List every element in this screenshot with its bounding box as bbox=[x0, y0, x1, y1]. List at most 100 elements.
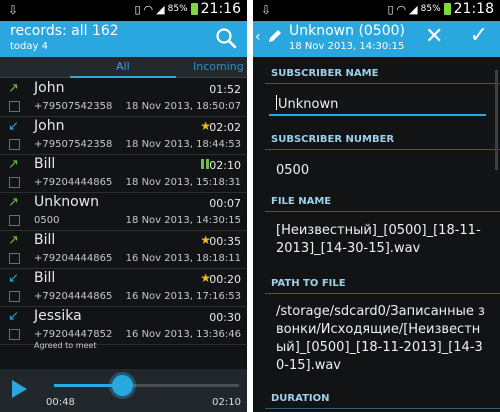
clock: 21:18 bbox=[453, 1, 494, 17]
phone-number: +79204444865 bbox=[34, 177, 113, 188]
record-duration: 00:30 bbox=[209, 311, 241, 324]
vibrate-icon: ▯ bbox=[387, 2, 394, 16]
record-checkbox[interactable] bbox=[9, 253, 20, 264]
record-row[interactable]: ↗ John +79507542358 01:52 18 Nov 2013, 18:50… bbox=[0, 79, 247, 117]
pause-icon[interactable] bbox=[201, 159, 209, 169]
seek-bar-knob[interactable] bbox=[112, 375, 134, 396]
filter-tabs: All Incoming bbox=[0, 57, 247, 78]
record-row[interactable]: ↗ Unknown 0500 00:07 18 Nov 2013, 14:30:15 bbox=[0, 193, 247, 231]
contact-name: Unknown bbox=[34, 194, 99, 210]
contact-name: Bill bbox=[34, 232, 56, 248]
records-list: ↗ John +79507542358 01:52 18 Nov 2013, 18:50… bbox=[0, 79, 247, 369]
vibrate-icon: ▯ bbox=[134, 2, 141, 16]
incoming-call-icon: ↙ bbox=[8, 119, 19, 134]
record-checkbox[interactable] bbox=[9, 329, 20, 340]
star-icon[interactable]: ★ bbox=[200, 233, 211, 247]
record-row[interactable]: ↙ John +79507542358 02:02 18 Nov 2013, 18:44… bbox=[0, 117, 247, 155]
usb-icon: ⇩ bbox=[261, 3, 272, 17]
duration-label: DURATION bbox=[271, 393, 330, 404]
record-duration: 02:02 bbox=[209, 121, 241, 134]
record-row[interactable]: ↗ Bill +79204444865 02:10 18 Nov 2013, 15:18… bbox=[0, 155, 247, 193]
record-row[interactable]: ↗ Bill +79204444865 00:35 16 Nov 2013, 18:18… bbox=[0, 231, 247, 269]
tab-incoming[interactable]: Incoming bbox=[193, 60, 244, 73]
search-icon[interactable] bbox=[215, 27, 237, 49]
name-field-underline bbox=[269, 114, 486, 116]
record-duration: 00:07 bbox=[209, 197, 241, 210]
outgoing-call-icon: ↗ bbox=[8, 233, 19, 248]
wifi-icon: ◠ bbox=[143, 2, 154, 16]
outgoing-call-icon: ↗ bbox=[8, 195, 19, 210]
battery-icon bbox=[443, 3, 451, 15]
back-icon[interactable]: ‹ bbox=[255, 29, 261, 45]
text-cursor bbox=[276, 95, 277, 110]
seek-bar[interactable] bbox=[54, 375, 239, 396]
records-subtitle: today 4 bbox=[10, 41, 48, 52]
battery-percent: 85% bbox=[420, 4, 441, 14]
star-icon[interactable]: ★ bbox=[200, 271, 211, 285]
outgoing-call-icon: ↗ bbox=[8, 157, 19, 172]
signal-icon: ◢ bbox=[409, 2, 418, 16]
record-date: 18 Nov 2013, 14:30:15 bbox=[125, 215, 241, 226]
usb-icon: ⇩ bbox=[8, 3, 19, 17]
record-checkbox[interactable] bbox=[9, 101, 20, 112]
record-row[interactable]: ↙ Bill +79204444865 00:20 16 Nov 2013, 17:16… bbox=[0, 269, 247, 307]
pencil-icon bbox=[269, 30, 281, 42]
record-checkbox[interactable] bbox=[9, 139, 20, 150]
signal-icon: ◢ bbox=[156, 2, 165, 16]
record-checkbox[interactable] bbox=[9, 215, 20, 226]
record-duration: 01:52 bbox=[209, 83, 241, 96]
detail-title: Unknown (0500) bbox=[289, 23, 405, 39]
status-bar: ⇩ ▯ ◠ ◢ 85% 21:18 bbox=[253, 0, 500, 21]
subscriber-name-label: SUBSCRIBER NAME bbox=[271, 68, 379, 79]
audio-player: 00:48 02:10 bbox=[0, 369, 247, 412]
path-to-file-label: PATH TO FILE bbox=[271, 278, 346, 289]
contact-name: Bill bbox=[34, 156, 56, 172]
file-name-value: [Неизвестный]_[0500]_[18-11-2013]_[14-30… bbox=[276, 223, 481, 256]
battery-icon bbox=[190, 3, 198, 15]
tab-indicator bbox=[70, 76, 176, 78]
play-icon[interactable] bbox=[12, 380, 27, 398]
record-duration: 02:10 bbox=[209, 159, 241, 172]
clock: 21:16 bbox=[200, 1, 241, 17]
elapsed-time: 00:48 bbox=[46, 397, 75, 408]
detail-subtitle: 18 Nov 2013, 14:30:15 bbox=[289, 41, 405, 52]
path-to-file-value: /storage/sdcard0/Записанные звонки/Исход… bbox=[276, 304, 485, 373]
battery-percent: 85% bbox=[167, 4, 188, 14]
record-date: 18 Nov 2013, 18:44:53 bbox=[125, 139, 241, 150]
record-checkbox[interactable] bbox=[9, 177, 20, 188]
record-duration: 00:35 bbox=[209, 235, 241, 248]
phone-number: +79204444865 bbox=[34, 253, 113, 264]
subscriber-name-value: Unknown bbox=[278, 97, 339, 112]
contact-name: John bbox=[34, 118, 65, 134]
section-divider bbox=[265, 293, 500, 294]
outgoing-call-icon: ↗ bbox=[8, 81, 19, 96]
file-name-label: FILE NAME bbox=[271, 196, 332, 207]
contact-name: Jessika bbox=[34, 308, 82, 324]
star-icon[interactable]: ★ bbox=[200, 119, 211, 133]
incoming-call-icon: ↙ bbox=[8, 309, 19, 324]
record-note: Agreed to meet bbox=[34, 341, 97, 350]
record-row[interactable]: ↙ Jessika +79204447852 00:30 16 Nov 2013, 13… bbox=[0, 307, 247, 350]
phone-number: +79204447852 bbox=[34, 329, 113, 340]
contact-name: Bill bbox=[34, 270, 56, 286]
records-list-screen: ⇩ ▯ ◠ ◢ 85% 21:16 records: all 162 today… bbox=[0, 0, 247, 412]
subscriber-number-label: SUBSCRIBER NUMBER bbox=[271, 134, 395, 145]
records-title: records: all 162 bbox=[10, 23, 119, 39]
phone-number: +79204444865 bbox=[34, 291, 113, 302]
section-divider bbox=[265, 83, 500, 84]
phone-number: +79507542358 bbox=[34, 101, 113, 112]
scrollbar[interactable] bbox=[495, 70, 498, 170]
record-date: 16 Nov 2013, 13:36:46 bbox=[125, 329, 241, 340]
record-date: 16 Nov 2013, 17:16:53 bbox=[125, 291, 241, 302]
record-checkbox[interactable] bbox=[9, 291, 20, 302]
phone-number: +79507542358 bbox=[34, 139, 113, 150]
record-duration: 00:20 bbox=[209, 273, 241, 286]
record-detail-screen: ⇩ ▯ ◠ ◢ 85% 21:18 ‹ Unknown (0500) 18 No… bbox=[253, 0, 500, 412]
close-icon[interactable]: ✕ bbox=[425, 26, 443, 48]
tab-all[interactable]: All bbox=[116, 60, 130, 73]
record-date: 16 Nov 2013, 18:18:11 bbox=[125, 253, 241, 264]
check-icon[interactable]: ✓ bbox=[470, 25, 488, 47]
subscriber-name-field[interactable]: Unknown bbox=[276, 95, 338, 114]
section-divider bbox=[265, 211, 500, 212]
record-date: 18 Nov 2013, 15:18:31 bbox=[125, 177, 241, 188]
